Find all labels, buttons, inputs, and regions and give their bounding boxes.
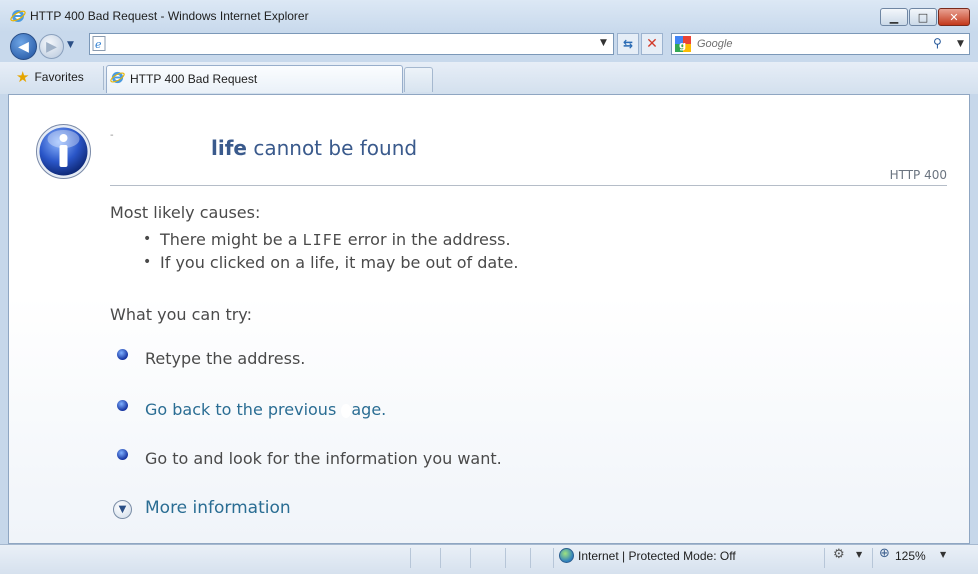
page-title-rest: cannot be found [246, 136, 418, 160]
go-back-link[interactable]: Go back to the previous age. [145, 400, 386, 419]
google-icon: g [675, 36, 691, 52]
favorites-button[interactable]: ★ Favorites [10, 64, 94, 90]
star-icon: ★ [16, 68, 30, 86]
bullet-icon [117, 400, 128, 411]
go-back-text: Go back to the previous [145, 400, 342, 419]
causes-title: Most likely causes: [110, 203, 261, 222]
cause-item: If you clicked on a life, it may be out … [160, 253, 519, 272]
http-status-code: HTTP 400 [889, 168, 947, 182]
globe-icon [559, 548, 574, 563]
favorites-label: Favorites [34, 70, 84, 84]
zoom-dropdown[interactable]: ▼ [940, 550, 946, 559]
address-dropdown-button[interactable]: ▼ [600, 38, 607, 48]
page-title-life: life [211, 136, 247, 160]
forward-button[interactable]: ▶ [39, 34, 64, 59]
tab-label: HTTP 400 Bad Request [130, 72, 258, 86]
svg-text:e: e [95, 38, 102, 51]
security-zone[interactable]: Internet | Protected Mode: Off [578, 549, 736, 563]
refresh-icon: ⇆ [622, 37, 634, 51]
close-button[interactable]: ✕ [938, 8, 970, 26]
minimize-button[interactable]: ▁ [880, 8, 908, 26]
status-divider [872, 548, 873, 568]
status-divider [440, 548, 441, 568]
forward-arrow-icon: ▶ [46, 38, 57, 55]
cause-text: There might be a [160, 230, 303, 249]
stop-button[interactable]: ✕ [641, 33, 663, 55]
info-icon [36, 124, 91, 179]
status-divider [410, 548, 411, 568]
go-back-text: age. [351, 400, 387, 419]
bullet-icon: • [143, 254, 152, 270]
close-icon: ✕ [949, 10, 959, 24]
text-gap [341, 403, 352, 418]
bullet-icon [117, 449, 128, 460]
page-icon: e [92, 36, 106, 51]
status-bar [0, 544, 978, 574]
heading-divider [110, 185, 947, 186]
new-tab-button[interactable] [404, 67, 433, 92]
more-information-link[interactable]: More information [145, 498, 291, 518]
page-title: life cannot be found [211, 136, 417, 160]
search-icon[interactable]: ⚲ [933, 36, 942, 50]
maximize-icon: □ [917, 10, 929, 24]
address-bar[interactable] [89, 33, 614, 55]
try-title: What you can try: [110, 305, 252, 324]
refresh-button[interactable]: ⇆ [617, 33, 639, 55]
maximize-button[interactable]: □ [909, 8, 937, 26]
stop-icon: ✕ [646, 36, 658, 52]
zoom-icon: ⊕ [879, 546, 890, 561]
minimize-icon: ▁ [889, 10, 899, 24]
back-button[interactable]: ◀ [10, 33, 37, 60]
bullet-icon: • [143, 231, 152, 247]
back-arrow-icon: ◀ [18, 38, 29, 55]
security-icon[interactable]: ⚙ [833, 547, 845, 562]
action-retype: Retype the address. [145, 349, 306, 368]
svg-text:g: g [679, 41, 686, 52]
ie-logo-icon [10, 10, 26, 22]
expand-chevron-icon[interactable]: ▼ [113, 500, 132, 519]
status-divider [553, 548, 554, 568]
status-divider [505, 548, 506, 568]
zoom-level[interactable]: 125% [895, 549, 926, 563]
heading-dash: - [110, 130, 114, 141]
window-title: HTTP 400 Bad Request - Windows Internet … [30, 9, 309, 23]
action-go-to: Go to and look for the information you w… [145, 449, 502, 468]
status-divider [824, 548, 825, 568]
cause-text: error in the address. [342, 230, 511, 249]
search-placeholder: Google [697, 38, 733, 50]
search-options-dropdown[interactable]: ▼ [957, 39, 964, 49]
ie-tab-icon [110, 71, 125, 84]
recent-pages-dropdown[interactable]: ▼ [67, 40, 74, 50]
cause-item: There might be a LIFE error in the addre… [160, 230, 511, 249]
cause-keyword: LIFE [302, 231, 343, 249]
security-dropdown[interactable]: ▼ [856, 550, 862, 559]
status-divider [470, 548, 471, 568]
toolbar-divider [103, 66, 104, 90]
status-divider [530, 548, 531, 568]
bullet-icon [117, 349, 128, 360]
